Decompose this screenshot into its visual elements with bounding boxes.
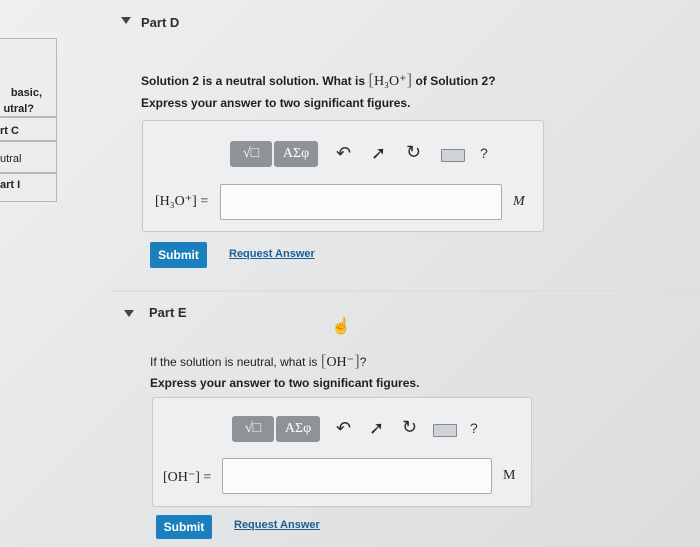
bracket-close: ] <box>406 70 413 89</box>
part-e-submit-button[interactable]: Submit <box>156 515 212 539</box>
question-text: ? <box>359 355 367 369</box>
part-e-instruction: Express your answer to two significant f… <box>150 376 420 390</box>
part-d-submit-button[interactable]: Submit <box>150 242 207 268</box>
keyboard-icon[interactable] <box>441 149 465 162</box>
undo-icon[interactable]: ↶ <box>336 418 351 439</box>
part-e-question: If the solution is neutral, what is [OH⁻… <box>150 351 366 371</box>
left-table-text: utral <box>0 153 22 165</box>
part-e-toolbar: √□ ΑΣφ <box>232 416 320 442</box>
help-icon[interactable]: ? <box>470 420 478 436</box>
templates-button[interactable]: √□ <box>232 416 274 442</box>
left-table-cell: art I <box>0 172 57 202</box>
collapse-triangle-icon[interactable] <box>124 310 134 317</box>
part-e-request-answer-link[interactable]: Request Answer <box>234 519 320 531</box>
question-symbol: OH⁻ <box>326 355 355 370</box>
left-table-text: rt C <box>0 125 19 137</box>
question-text: If the solution is neutral, what is <box>150 355 318 369</box>
templates-button[interactable]: √□ <box>230 141 272 167</box>
question-text: of Solution 2? <box>415 74 496 88</box>
question-symbol: H₃O⁺ <box>374 74 407 89</box>
question-text: Solution 2 is a neutral solution. What i… <box>141 74 366 88</box>
collapse-triangle-icon[interactable] <box>121 17 131 24</box>
greek-symbols-button[interactable]: ΑΣφ <box>276 416 320 442</box>
section-divider <box>112 290 700 292</box>
redo-icon[interactable]: ➚ <box>369 418 384 439</box>
part-d-toolbar: √□ ΑΣφ <box>230 141 318 167</box>
part-d-request-answer-link[interactable]: Request Answer <box>229 248 315 260</box>
left-table-cell: rt C <box>0 116 57 142</box>
left-table-cell: basic, utral? <box>0 38 57 118</box>
reset-icon[interactable]: ↻ <box>406 142 421 163</box>
unit-label: M <box>513 194 525 209</box>
keyboard-icon[interactable] <box>433 424 457 437</box>
part-d-title[interactable]: Part D <box>141 15 179 30</box>
part-e-title[interactable]: Part E <box>149 305 187 320</box>
hand-cursor-icon: ☝ <box>331 318 351 335</box>
undo-icon[interactable]: ↶ <box>336 143 351 164</box>
left-table-text: art I <box>0 179 21 191</box>
left-table-text: basic, <box>10 87 42 99</box>
left-table-text: utral? <box>3 103 34 115</box>
part-e-answer-input[interactable] <box>222 458 492 494</box>
help-icon[interactable]: ? <box>480 145 488 161</box>
reset-icon[interactable]: ↻ <box>402 417 417 438</box>
left-table-cell: utral <box>0 140 57 174</box>
answer-label: [H₃O⁺] = <box>155 194 209 209</box>
greek-symbols-button[interactable]: ΑΣφ <box>274 141 318 167</box>
part-d-answer-input[interactable] <box>220 184 502 220</box>
part-d-instruction: Express your answer to two significant f… <box>141 96 411 110</box>
unit-label: M <box>503 468 516 483</box>
answer-label: [OH⁻] = <box>163 470 212 485</box>
redo-icon[interactable]: ➚ <box>371 143 386 164</box>
part-d-question: Solution 2 is a neutral solution. What i… <box>141 70 496 90</box>
